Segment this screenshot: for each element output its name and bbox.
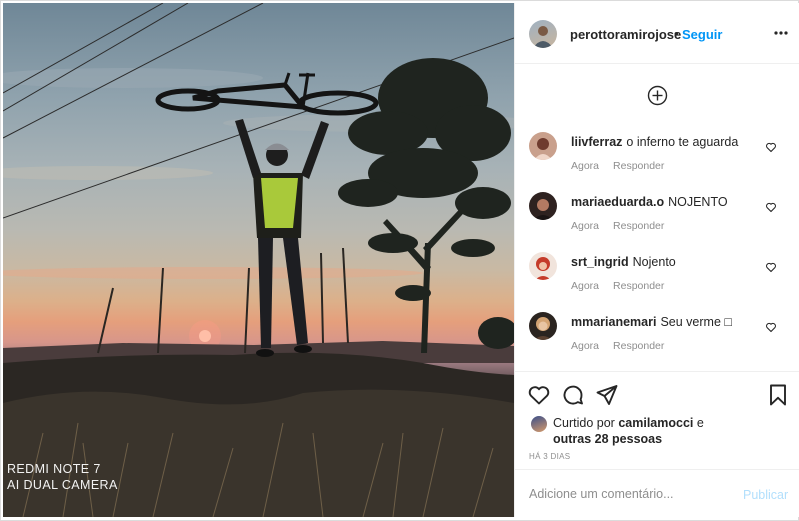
comment-text: Nojento [632,255,676,269]
comment-item: srt_ingrid Nojento Agora Responder [515,252,799,307]
separator-dot: • [674,26,679,41]
heart-icon[interactable] [527,383,551,407]
comment-username[interactable]: srt_ingrid [571,255,629,269]
avatar[interactable] [529,132,557,160]
comment-text: o inferno te aguarda [626,135,739,149]
reply-button[interactable]: Responder [613,280,664,292]
heart-icon[interactable] [765,260,777,273]
heart-icon[interactable] [765,140,777,153]
watermark-line-1: REDMI NOTE 7 [7,462,101,476]
reply-button[interactable]: Responder [613,340,664,352]
heart-icon[interactable] [765,200,777,213]
comment-username[interactable]: liivferraz [571,135,622,149]
liked-by-username[interactable]: camilamocci [618,416,693,430]
avatar[interactable] [531,416,547,432]
comment-time: Agora [571,340,600,352]
post-author-username[interactable]: perottoramirojose [570,27,681,42]
more-horizontal-icon[interactable] [773,23,789,43]
follow-button[interactable]: Seguir [682,27,722,42]
bookmark-icon[interactable] [766,383,790,407]
post-timestamp[interactable]: HÁ 3 DIAS [529,452,570,461]
plus-circle-icon[interactable] [647,85,668,106]
avatar[interactable] [529,312,557,340]
liked-by-prefix: Curtido por [553,416,615,430]
publish-button[interactable]: Publicar [743,488,788,502]
camera-watermark: REDMI NOTE 7 AI DUAL CAMERA [7,461,118,493]
avatar[interactable] [529,192,557,220]
comment-username[interactable]: mmarianemari [571,315,656,329]
cyclist-figure [235,119,329,357]
watermark-line-2: AI DUAL CAMERA [7,478,118,492]
send-icon[interactable] [595,383,619,407]
comment-item: mariaeduarda.o NOJENTO Agora Responder [515,192,799,247]
avatar[interactable] [529,252,557,280]
comment-item: mmarianemari Seu verme □ Agora Responder [515,312,799,367]
likes-count-link[interactable]: outras 28 pessoas [553,432,662,446]
comment-time: Agora [571,280,600,292]
comment-text: NOJENTO [668,195,728,209]
reply-button[interactable]: Responder [613,160,664,172]
heart-icon[interactable] [765,320,777,333]
comment-text: Seu verme □ [660,315,732,329]
post-photo[interactable]: REDMI NOTE 7 AI DUAL CAMERA [3,3,514,517]
liked-by-suffix: e [696,416,704,430]
photo-scene [3,3,514,517]
comment-icon[interactable] [561,383,585,407]
reply-button[interactable]: Responder [613,220,664,232]
post-frame: REDMI NOTE 7 AI DUAL CAMERA perottoramir… [0,0,799,521]
liked-by-text: Curtido por camilamocci e [553,416,704,430]
add-comment-bar: Publicar [515,469,799,517]
comment-input[interactable] [529,484,729,504]
comment-username[interactable]: mariaeduarda.o [571,195,664,209]
comment-time: Agora [571,220,600,232]
comment-time: Agora [571,160,600,172]
comment-item: liivferraz o inferno te aguarda Agora Resp… [515,132,799,187]
post-header: perottoramirojose • Seguir [515,3,799,64]
avatar[interactable] [529,20,557,48]
post-side-panel: perottoramirojose • Seguir liivferraz o … [514,3,799,517]
